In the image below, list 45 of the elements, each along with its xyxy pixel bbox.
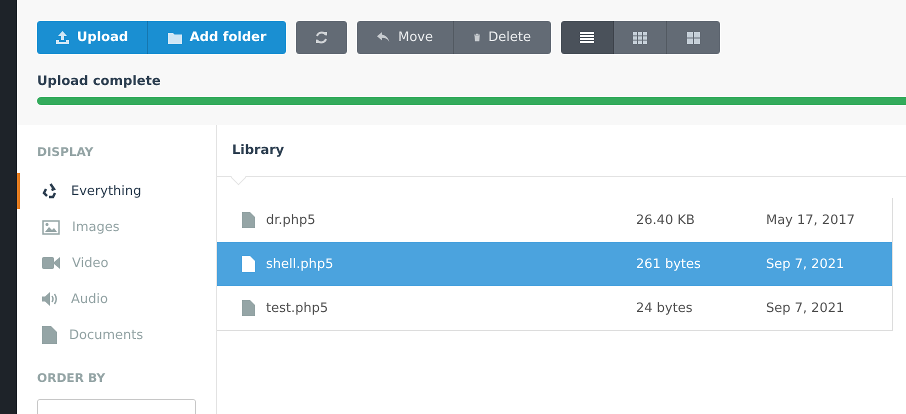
upload-button[interactable]: Upload: [37, 21, 148, 54]
file-date: Sep 7, 2021: [766, 256, 844, 272]
image-icon: [42, 220, 60, 234]
filter-item[interactable]: Everything: [17, 173, 216, 209]
file-row[interactable]: test.php5 24 bytes Sep 7, 2021: [217, 286, 892, 330]
filter-item[interactable]: Images: [17, 209, 216, 245]
file-icon: [242, 256, 255, 272]
refresh-icon: [315, 31, 328, 44]
file-size: 26.40 KB: [636, 212, 696, 228]
video-camera-icon: [42, 257, 60, 269]
library-title: Library: [232, 143, 284, 158]
file-row[interactable]: shell.php5 261 bytes Sep 7, 2021: [217, 242, 892, 286]
file-name: shell.php5: [266, 256, 334, 272]
file-icon: [242, 300, 255, 316]
list-icon: [580, 32, 594, 44]
filter-item[interactable]: Video: [17, 245, 216, 281]
recycle-icon: [42, 183, 59, 199]
folder-icon: [168, 32, 182, 44]
folder-button[interactable]: Add folder: [148, 21, 286, 54]
section-heading: ORDER BY: [37, 371, 106, 385]
file-date: May 17, 2017: [766, 212, 855, 228]
file-size: 261 bytes: [636, 256, 702, 272]
trash-icon: [474, 31, 480, 44]
file-name: dr.php5: [266, 212, 317, 228]
file-date: Sep 7, 2021: [766, 300, 844, 316]
file-size: 24 bytes: [636, 300, 694, 316]
upload-status: Upload complete: [37, 74, 162, 89]
refresh-button[interactable]: [296, 21, 347, 54]
tiles-view-button[interactable]: [667, 21, 720, 54]
file-name: test.php5: [266, 300, 330, 316]
reply-arrow-icon: [377, 31, 390, 44]
grid-icon: [633, 32, 647, 44]
file-row[interactable]: dr.php5 26.40 KB May 17, 2017: [217, 198, 892, 242]
delete-button[interactable]: Delete: [454, 21, 551, 54]
move-button[interactable]: Move: [357, 21, 454, 54]
grid-view-button[interactable]: [614, 21, 667, 54]
file-icon: [242, 212, 255, 228]
filter-item[interactable]: Documents: [17, 317, 216, 353]
upload-icon: [56, 31, 69, 44]
tiles-icon: [687, 32, 700, 44]
section-heading: DISPLAY: [37, 145, 94, 159]
document-icon: [42, 326, 57, 344]
filter-item[interactable]: Audio: [17, 281, 216, 317]
list-view-button[interactable]: [561, 21, 614, 54]
speaker-icon: [42, 292, 59, 306]
